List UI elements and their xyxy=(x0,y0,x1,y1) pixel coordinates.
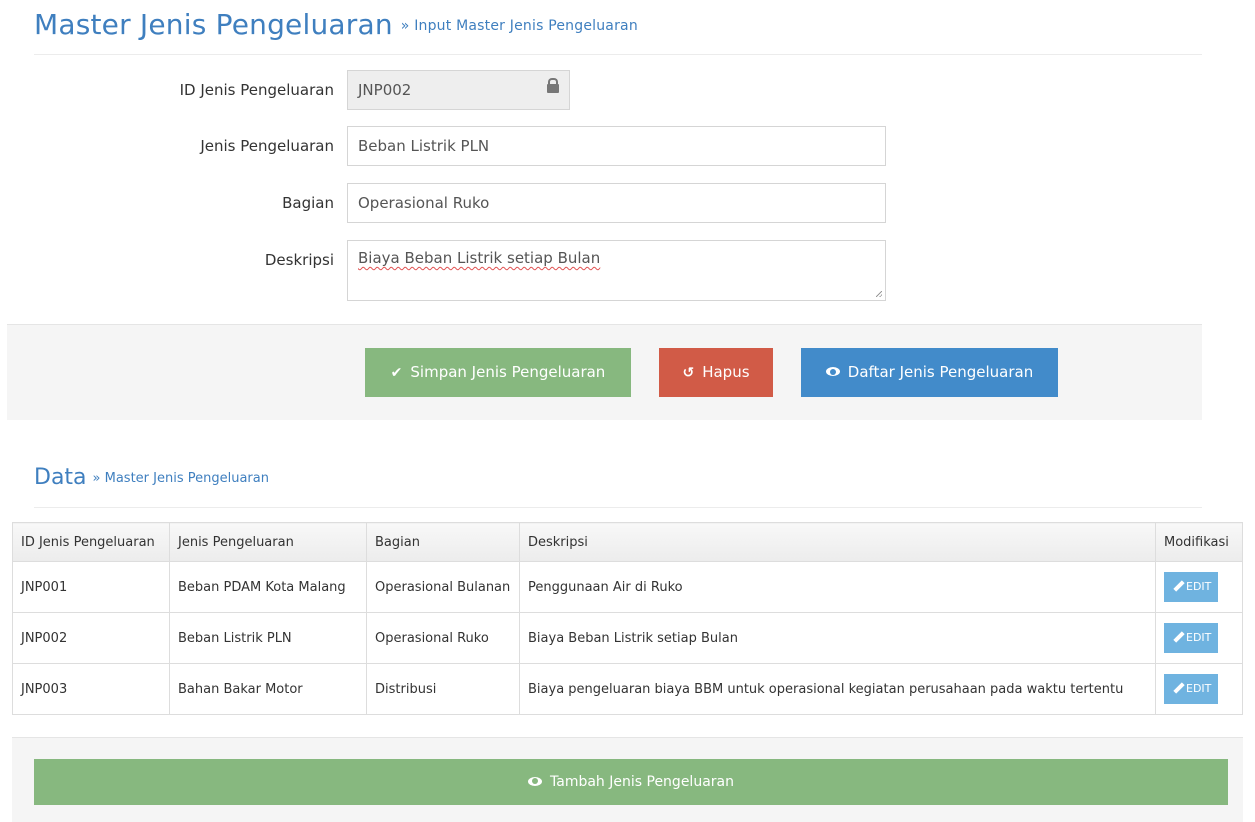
data-title-text: Data xyxy=(34,465,87,490)
column-header-bagian[interactable]: Bagian xyxy=(366,522,520,562)
bagian-label: Bagian xyxy=(282,194,334,212)
list-button[interactable]: Daftar Jenis Pengeluaran xyxy=(801,348,1058,397)
bagian-input[interactable]: Operasional Ruko xyxy=(347,183,886,223)
table-row: JNP001 Beban PDAM Kota Malang Operasiona… xyxy=(12,561,1243,613)
data-section-title: Data » Master Jenis Pengeluaran xyxy=(34,465,269,490)
save-label: Simpan Jenis Pengeluaran xyxy=(410,363,606,381)
edit-button[interactable]: EDIT xyxy=(1164,623,1219,653)
table-row: JNP003 Bahan Bakar Motor Distribusi Biay… xyxy=(12,663,1243,715)
resize-handle-icon[interactable] xyxy=(876,291,882,297)
add-button[interactable]: Tambah Jenis Pengeluaran xyxy=(34,759,1228,805)
cell-id: JNP003 xyxy=(12,663,170,715)
cell-modifikasi: EDIT xyxy=(1155,612,1243,664)
cell-bagian: Operasional Ruko xyxy=(366,612,520,664)
list-label: Daftar Jenis Pengeluaran xyxy=(847,363,1034,381)
check-icon: ✔ xyxy=(390,365,403,381)
lock-icon xyxy=(547,78,559,93)
id-field: JNP002 xyxy=(347,70,570,110)
page-title: Master Jenis Pengeluaran » Input Master J… xyxy=(34,8,638,41)
breadcrumb: » Input Master Jenis Pengeluaran xyxy=(400,18,638,34)
pencil-icon xyxy=(1171,631,1183,643)
form-actions: ✔ Simpan Jenis Pengeluaran ↺ Hapus Daftar … xyxy=(7,324,1202,420)
deskripsi-textarea[interactable]: Biaya Beban Listrik setiap Bulan xyxy=(347,240,886,301)
pencil-icon xyxy=(1171,580,1183,592)
table-header-row: ID Jenis Pengeluaran Jenis Pengeluaran B… xyxy=(12,522,1243,562)
cell-deskripsi: Biaya Beban Listrik setiap Bulan xyxy=(519,612,1156,664)
divider xyxy=(34,54,1202,55)
data-breadcrumb: » Master Jenis Pengeluaran xyxy=(92,470,269,486)
delete-button[interactable]: ↺ Hapus xyxy=(659,348,773,397)
cell-jenis: Beban Listrik PLN xyxy=(169,612,367,664)
deskripsi-value: Biaya Beban Listrik setiap Bulan xyxy=(358,249,601,267)
edit-button[interactable]: EDIT xyxy=(1164,674,1219,704)
edit-label: EDIT xyxy=(1186,682,1212,695)
column-header-deskripsi[interactable]: Deskripsi xyxy=(519,522,1156,562)
data-table: ID Jenis Pengeluaran Jenis Pengeluaran B… xyxy=(12,522,1243,715)
cell-bagian: Operasional Bulanan xyxy=(366,561,520,613)
edit-label: EDIT xyxy=(1186,631,1212,644)
deskripsi-label: Deskripsi xyxy=(264,251,334,269)
delete-label: Hapus xyxy=(702,363,750,381)
eye-icon xyxy=(825,367,840,376)
divider xyxy=(34,507,1202,508)
bagian-value: Operasional Ruko xyxy=(358,194,490,212)
page-title-text: Master Jenis Pengeluaran xyxy=(34,8,393,41)
cell-bagian: Distribusi xyxy=(366,663,520,715)
cell-modifikasi: EDIT xyxy=(1155,561,1243,613)
undo-icon: ↺ xyxy=(682,365,695,381)
pencil-icon xyxy=(1171,682,1183,694)
eye-icon xyxy=(528,776,543,786)
jenis-value: Beban Listrik PLN xyxy=(358,137,490,155)
cell-deskripsi: Penggunaan Air di Ruko xyxy=(519,561,1156,613)
jenis-input[interactable]: Beban Listrik PLN xyxy=(347,126,886,166)
column-header-id[interactable]: ID Jenis Pengeluaran xyxy=(12,522,170,562)
column-header-modifikasi[interactable]: Modifikasi xyxy=(1155,522,1243,562)
edit-label: EDIT xyxy=(1186,580,1212,593)
cell-modifikasi: EDIT xyxy=(1155,663,1243,715)
cell-id: JNP002 xyxy=(12,612,170,664)
cell-id: JNP001 xyxy=(12,561,170,613)
cell-deskripsi: Biaya pengeluaran biaya BBM untuk operas… xyxy=(519,663,1156,715)
cell-jenis: Beban PDAM Kota Malang xyxy=(169,561,367,613)
jenis-label: Jenis Pengeluaran xyxy=(200,137,334,155)
edit-button[interactable]: EDIT xyxy=(1164,572,1219,602)
add-label: Tambah Jenis Pengeluaran xyxy=(550,774,734,790)
table-actions: Tambah Jenis Pengeluaran xyxy=(12,737,1243,822)
cell-jenis: Bahan Bakar Motor xyxy=(169,663,367,715)
table-row: JNP002 Beban Listrik PLN Operasional Ruk… xyxy=(12,612,1243,664)
id-value: JNP002 xyxy=(358,81,412,99)
column-header-jenis[interactable]: Jenis Pengeluaran xyxy=(169,522,367,562)
id-label: ID Jenis Pengeluaran xyxy=(179,81,334,99)
save-button[interactable]: ✔ Simpan Jenis Pengeluaran xyxy=(365,348,631,397)
